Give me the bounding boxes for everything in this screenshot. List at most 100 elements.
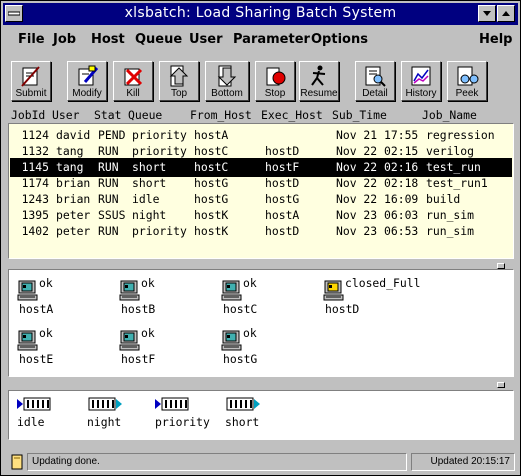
update-time-field: Updated 20:15:17: [411, 453, 515, 471]
bottom-button[interactable]: Bottom: [205, 61, 249, 101]
job-cell-queue: priority: [132, 128, 187, 142]
history-button[interactable]: History: [401, 61, 441, 101]
maximize-button[interactable]: [497, 5, 515, 22]
host-name: hostF: [121, 352, 156, 366]
menu-job[interactable]: Job: [53, 32, 76, 47]
menu-file[interactable]: File: [18, 32, 45, 47]
job-cell-queue: night: [132, 208, 167, 222]
host-item[interactable]: ok hostG: [221, 326, 321, 366]
job-cell-time: Nov 22 02:15: [336, 144, 419, 158]
job-cell-stat: PEND: [98, 128, 126, 142]
job-cell-user: david: [56, 128, 91, 142]
job-row[interactable]: 1395 peter SSUS night hostK hostA Nov 23 06:03…: [12, 208, 510, 223]
status-message: Updating done.: [32, 456, 100, 467]
kill-button[interactable]: Kill: [113, 61, 153, 101]
host-item[interactable]: ok hostE: [17, 326, 117, 366]
host-item[interactable]: ok hostC: [221, 276, 321, 316]
menu-parameter[interactable]: Parameter: [233, 32, 310, 47]
job-cell-from: hostA: [194, 128, 229, 142]
job-row[interactable]: 1243 brian RUN idle hostG hostG Nov 22 16:09 bu…: [12, 192, 510, 207]
job-cell-name: run_sim: [426, 208, 475, 222]
host-item[interactable]: ok hostB: [119, 276, 219, 316]
detail-label: Detail: [362, 88, 388, 99]
peek-glasses-icon: [457, 66, 479, 86]
job-row[interactable]: 1174 brian RUN short hostG hostD Nov 22 02:18 t…: [12, 176, 510, 191]
job-row[interactable]: 1145 tang RUN short hostC hostF Nov 22 02:16 te…: [10, 158, 512, 177]
submit-button[interactable]: Submit: [11, 61, 51, 101]
queue-item[interactable]: idle: [17, 397, 53, 429]
job-row[interactable]: 1402 peter RUN priority hostK hostD Nov 23 06:…: [12, 224, 510, 239]
queue-item[interactable]: night: [87, 397, 123, 429]
menu-host[interactable]: Host: [91, 32, 125, 47]
col-queue[interactable]: Queue: [128, 108, 162, 122]
host-name: hostB: [121, 302, 156, 316]
computer-icon: [119, 280, 140, 301]
job-cell-name: test_run1: [426, 176, 488, 190]
host-name: hostC: [223, 302, 258, 316]
job-cell-queue: priority: [132, 224, 187, 238]
host-item[interactable]: ok hostA: [17, 276, 117, 316]
resume-button[interactable]: Resume: [299, 61, 339, 101]
job-cell-stat: RUN: [98, 160, 119, 174]
resume-label: Resume: [300, 88, 338, 99]
job-row[interactable]: 1132 tang RUN priority hostC hostD Nov 22 02:1…: [12, 144, 510, 159]
col-stat[interactable]: Stat: [94, 108, 121, 122]
menu-help[interactable]: Help: [479, 32, 512, 47]
col-user[interactable]: User: [52, 108, 79, 122]
job-cell-stat: RUN: [98, 176, 119, 190]
col-sub-time[interactable]: Sub_Time: [332, 108, 387, 122]
menu-user[interactable]: User: [189, 32, 223, 47]
job-cell-from: hostG: [194, 176, 229, 190]
menu-queue[interactable]: Queue: [135, 32, 182, 47]
job-cell-exec: hostD: [265, 224, 300, 238]
job-cell-time: Nov 22 02:18: [336, 176, 419, 190]
computer-icon: [221, 280, 242, 301]
hosts-panel: ok hostA ok hostB ok hostC closed_Full hostD ok h…: [8, 269, 514, 377]
stop-button[interactable]: Stop: [255, 61, 295, 101]
col-jobid[interactable]: JobId: [11, 108, 45, 122]
job-cell-user: brian: [56, 192, 91, 206]
job-cell-stat: RUN: [98, 192, 119, 206]
job-cell-from: hostK: [194, 224, 229, 238]
queue-item[interactable]: priority: [155, 397, 210, 429]
kill-label: Kill: [126, 88, 140, 99]
job-row[interactable]: 1124 david PEND priority hostA Nov 21 17:55 re…: [12, 128, 510, 143]
job-cell-exec: hostA: [265, 208, 300, 222]
host-item[interactable]: ok hostF: [119, 326, 219, 366]
toolbar: Submit Modify Kill Top Bottom Stop Resum…: [3, 55, 518, 105]
queue-icon: [155, 397, 189, 411]
job-cell-jobid: 1145: [21, 160, 49, 174]
queue-icon: [226, 397, 260, 411]
host-item[interactable]: closed_Full hostD: [323, 276, 423, 316]
menu-options[interactable]: Options: [311, 32, 368, 47]
job-cell-jobid: 1174: [21, 176, 49, 190]
peek-label: Peek: [455, 88, 479, 99]
job-cell-jobid: 1132: [21, 144, 49, 158]
queues-panel: idle night priority short: [8, 390, 514, 440]
queue-name: priority: [155, 415, 210, 429]
job-cell-from: hostG: [194, 192, 229, 206]
col-from-host[interactable]: From_Host: [190, 108, 252, 122]
col-job-name[interactable]: Job_Name: [422, 108, 477, 122]
job-cell-user: tang: [56, 160, 84, 174]
job-cell-time: Nov 21 17:55: [336, 128, 419, 142]
jobs-table-header: JobId User Stat Queue From_Host Exec_Hos…: [8, 108, 514, 122]
queue-item[interactable]: short: [225, 397, 261, 429]
col-exec-host[interactable]: Exec_Host: [261, 108, 323, 122]
job-cell-time: Nov 23 06:53: [336, 224, 419, 238]
host-status: ok: [243, 326, 257, 340]
queue-icon: [17, 397, 51, 411]
modify-button[interactable]: Modify: [67, 61, 107, 101]
host-status: ok: [39, 276, 53, 290]
job-cell-jobid: 1402: [21, 224, 49, 238]
top-button[interactable]: Top: [159, 61, 199, 101]
jobs-list[interactable]: 1124 david PEND priority hostA Nov 21 17:55 re…: [8, 123, 514, 259]
minimize-button[interactable]: [478, 5, 496, 22]
top-arrow-icon: [169, 65, 189, 87]
detail-button[interactable]: Detail: [355, 61, 395, 101]
hosts-pane-sash[interactable]: [497, 382, 505, 388]
menu-bar: File Job Host Queue User Parameter Optio…: [3, 27, 518, 53]
job-cell-name: run_sim: [426, 224, 475, 238]
bottom-label: Bottom: [211, 88, 243, 99]
peek-button[interactable]: Peek: [447, 61, 487, 101]
